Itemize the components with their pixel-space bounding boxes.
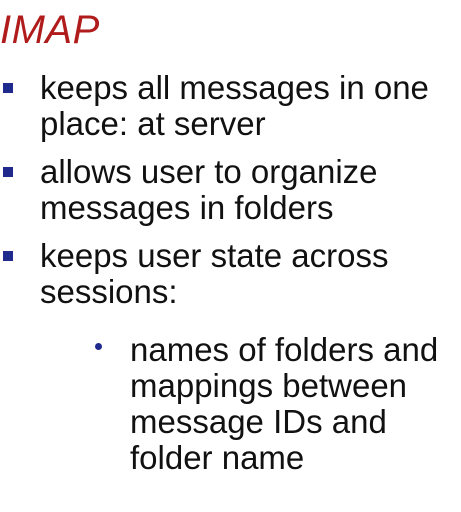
bullet-text: allows user to organize messages in fold… bbox=[40, 153, 378, 226]
bullet-item: allows user to organize messages in fold… bbox=[0, 154, 461, 226]
square-bullet-icon bbox=[3, 167, 13, 177]
square-bullet-icon bbox=[3, 83, 13, 93]
bullet-item: keeps user state across sessions: names … bbox=[0, 238, 461, 476]
bullet-item: keeps all messages in one place: at serv… bbox=[0, 70, 461, 142]
bullet-text: keeps all messages in one place: at serv… bbox=[40, 69, 429, 142]
slide: IMAP keeps all messages in one place: at… bbox=[0, 0, 461, 512]
sub-bullet-item: names of folders and mappings between me… bbox=[40, 332, 461, 476]
round-bullet-icon bbox=[95, 343, 102, 350]
bullet-text: keeps user state across sessions: bbox=[40, 237, 389, 310]
slide-title: IMAP bbox=[0, 8, 100, 52]
sub-bullet-text: names of folders and mappings between me… bbox=[130, 331, 439, 476]
bullet-list: keeps all messages in one place: at serv… bbox=[0, 70, 461, 488]
square-bullet-icon bbox=[3, 251, 13, 261]
